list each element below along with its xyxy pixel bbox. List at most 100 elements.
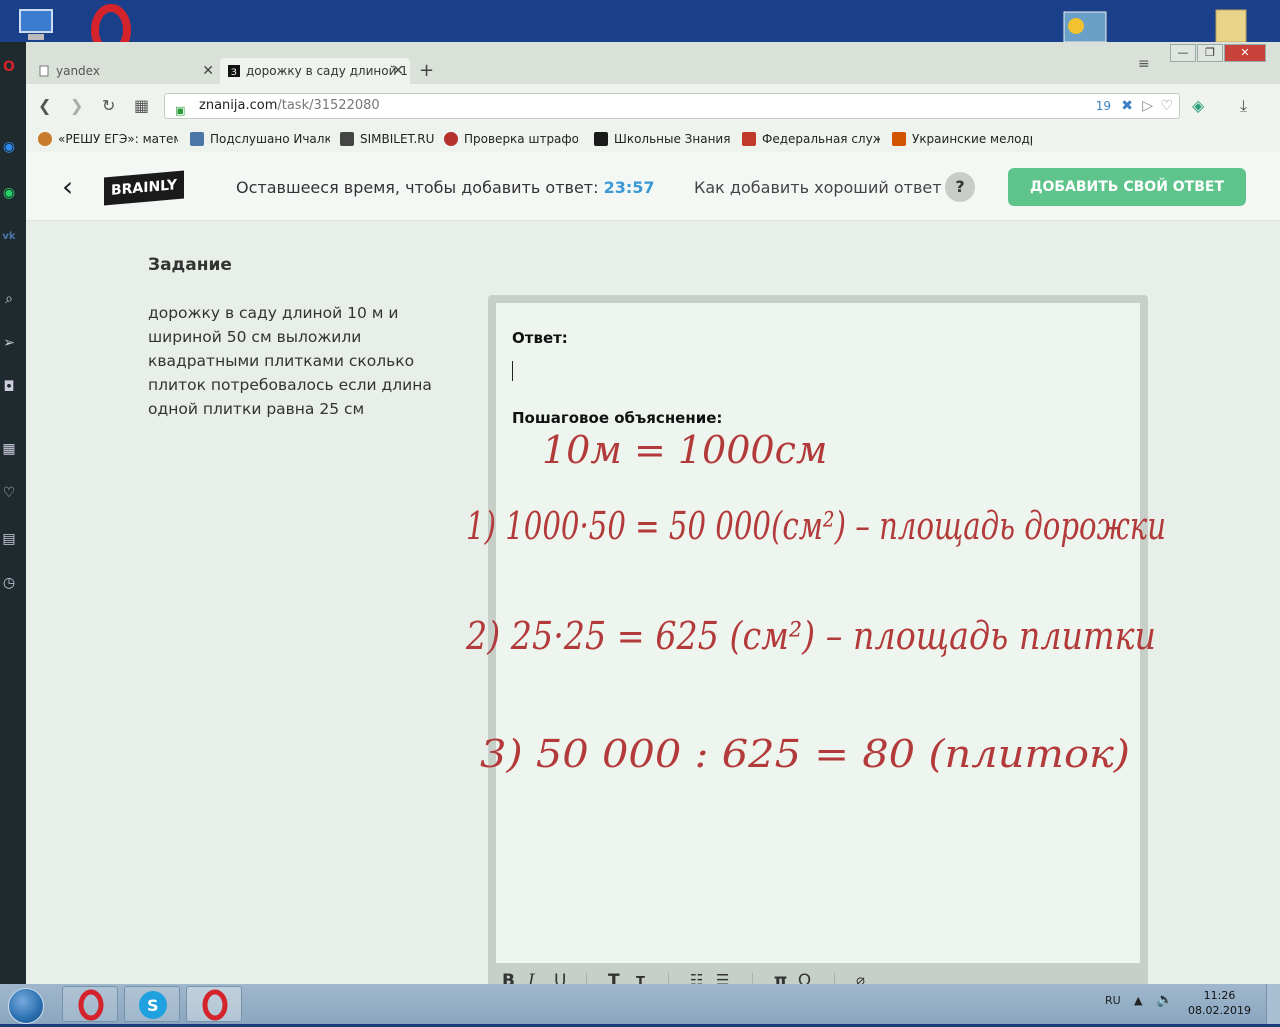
lock-icon: ▣ <box>175 104 186 117</box>
speed-dial-icon[interactable]: ▦ <box>0 440 18 458</box>
url-path: /task/31522080 <box>277 98 380 113</box>
bold-button[interactable]: B <box>502 971 515 984</box>
send-page-icon[interactable]: ▷ <box>1142 94 1153 118</box>
nav-bar: ❮ ❯ ↻ ▦ ▣ znanija.com/task/31522080 19 ✖… <box>26 84 1280 128</box>
bookmark-favicon-icon <box>340 132 354 146</box>
download-icon[interactable]: ⤓ <box>1240 96 1247 116</box>
tab-strip: yandex ✕ З дорожку в саду длиной 1 ✕ + ≡… <box>26 42 1280 84</box>
toolbar-divider <box>586 973 587 984</box>
vpn-icon[interactable]: ◈ <box>1192 96 1204 115</box>
bookmark-label: Украинские мелодра <box>912 132 1032 146</box>
heading-large-button[interactable]: T <box>608 971 620 984</box>
content: Задание дорожку в саду длиной 10 м и шир… <box>26 221 1280 984</box>
omega-button[interactable]: Ω <box>798 971 811 984</box>
tab-label: дорожку в саду длиной 1 <box>246 64 408 78</box>
tab-yandex[interactable]: yandex ✕ <box>30 58 220 84</box>
brainly-logo[interactable]: BRAINLY <box>104 170 184 206</box>
bulleted-list-icon[interactable]: ☰ <box>716 971 729 984</box>
opera-sidebar: O ◉ ◉ vk ⌕ ➢ ◘ ▦ ♡ ▤ ◷ <box>0 42 26 984</box>
whatsapp-icon[interactable]: ◉ <box>0 184 18 202</box>
tabs-grid-icon[interactable]: ▦ <box>134 96 149 115</box>
svg-text:З: З <box>231 68 237 77</box>
clock-time: 11:26 <box>1203 989 1236 1002</box>
howto-link[interactable]: Как добавить хороший ответ <box>694 178 942 197</box>
toolbar-divider <box>752 973 753 984</box>
add-answer-button[interactable]: ДОБАВИТЬ СВОЙ ОТВЕТ <box>1008 168 1246 206</box>
toolbar-divider <box>668 973 669 984</box>
opera-desktop-icon[interactable] <box>86 4 136 56</box>
attach-icon[interactable]: ⌀ <box>856 971 865 984</box>
bookmark-favicon-icon <box>38 132 52 146</box>
minimize-icon[interactable]: — <box>1170 44 1196 62</box>
bookmark-item[interactable]: SIMBILET.RU <box>340 132 440 146</box>
clock[interactable]: 11:26 08.02.2019 <box>1188 988 1251 1018</box>
url-text: znanija.com/task/31522080 <box>199 94 380 118</box>
bookmark-favicon-icon <box>444 132 458 146</box>
hw-line-3: 2) 25·25 = 625 (см²) – площадь плитки <box>465 614 1156 658</box>
answer-editor: Ответ: Пошаговое объяснение: 10м = 1000с… <box>465 295 1166 984</box>
taskbar-skype-icon[interactable]: S <box>124 986 180 1022</box>
forward-icon[interactable]: ❯ <box>70 96 83 115</box>
bookmark-item[interactable]: Украинские мелодра <box>892 132 1032 146</box>
bookmark-item[interactable]: Проверка штрафов <box>444 132 578 146</box>
blocked-count[interactable]: 19 <box>1096 94 1111 118</box>
underline-button[interactable]: U <box>554 971 566 984</box>
tab-label: yandex <box>56 64 100 78</box>
back-icon[interactable]: ❮ <box>38 96 51 115</box>
timer-value: 23:57 <box>603 178 655 197</box>
hw-line-1: 10м = 1000см <box>542 428 827 472</box>
computer-icon[interactable] <box>14 8 58 42</box>
bookmark-label: Федеральная служба <box>762 132 880 146</box>
pi-button[interactable]: π <box>774 971 787 984</box>
numbered-list-icon[interactable]: ☷ <box>690 971 703 984</box>
bookmark-heart-icon[interactable]: ♡ <box>1160 94 1173 118</box>
image-file-icon[interactable] <box>1060 8 1110 43</box>
new-tab-icon[interactable]: + <box>419 60 434 81</box>
reload-icon[interactable]: ↻ <box>102 96 115 115</box>
taskbar-opera-active-icon[interactable] <box>186 986 242 1022</box>
close-window-icon[interactable]: ✕ <box>1224 44 1266 62</box>
language-indicator[interactable]: RU <box>1105 994 1121 1007</box>
close-tab-icon[interactable]: ✕ <box>392 58 404 84</box>
tray-arrow-icon[interactable]: ▲ <box>1134 994 1142 1007</box>
answer-label: Ответ: <box>512 329 568 347</box>
vk-icon[interactable]: vk <box>0 228 18 246</box>
show-desktop-button[interactable] <box>1266 984 1280 1024</box>
bookmark-favicon-icon <box>594 132 608 146</box>
messenger-icon[interactable]: ◉ <box>0 138 18 156</box>
taskbar-opera-icon[interactable] <box>62 986 118 1022</box>
help-icon[interactable]: ? <box>945 172 975 202</box>
heading-small-button[interactable]: T <box>636 975 645 984</box>
task-title: Задание <box>148 255 232 275</box>
url-domain: znanija.com <box>199 98 278 113</box>
italic-button[interactable]: I <box>528 971 535 984</box>
camera-icon[interactable]: ◘ <box>0 378 18 396</box>
close-tab-icon[interactable]: ✕ <box>202 58 214 84</box>
folder-icon[interactable] <box>1210 6 1254 43</box>
search-icon[interactable]: ⌕ <box>0 290 18 308</box>
bookmark-favicon-icon <box>892 132 906 146</box>
adblock-icon[interactable]: ✖ <box>1121 94 1133 118</box>
bookmark-label: «РЕШУ ЕГЭ»: матема <box>58 132 178 146</box>
bookmark-item[interactable]: Школьные Знания.co <box>594 132 730 146</box>
back-chevron-icon[interactable]: ‹ <box>62 170 73 203</box>
opera-logo-icon[interactable]: O <box>0 58 18 76</box>
editor-toolbar: B I U T T ☷ ☰ π Ω ⌀ <box>496 965 1140 984</box>
maximize-icon[interactable]: ❐ <box>1197 44 1223 62</box>
timer-label: Оставшееся время, чтобы добавить ответ: <box>236 178 604 197</box>
start-button[interactable] <box>8 988 44 1024</box>
heart-icon[interactable]: ♡ <box>0 484 18 502</box>
bookmark-item[interactable]: Подслушано Ичалки <box>190 132 330 146</box>
tab-task[interactable]: З дорожку в саду длиной 1 ✕ <box>220 58 410 84</box>
bookmark-item[interactable]: «РЕШУ ЕГЭ»: матема <box>38 132 178 146</box>
editor-sheet[interactable]: Ответ: Пошаговое объяснение: 10м = 1000с… <box>465 303 1166 963</box>
address-bar[interactable]: ▣ znanija.com/task/31522080 19 ✖ ▷ ♡ <box>164 93 1180 119</box>
task-text: дорожку в саду длиной 10 м и шириной 50 … <box>148 304 432 418</box>
tab-menu-icon[interactable]: ≡ <box>1138 56 1150 72</box>
history-icon[interactable]: ◷ <box>0 574 18 592</box>
volume-icon[interactable]: 🔈 <box>1156 992 1173 1008</box>
bookmark-label: Подслушано Ичалки <box>210 132 330 146</box>
news-icon[interactable]: ▤ <box>0 530 18 548</box>
send-icon[interactable]: ➢ <box>0 334 18 352</box>
bookmark-item[interactable]: Федеральная служба <box>742 132 880 146</box>
